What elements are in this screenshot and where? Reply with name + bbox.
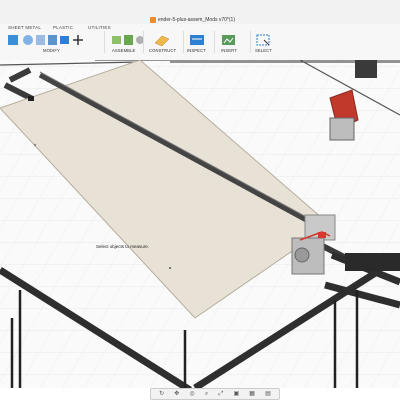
separator	[104, 31, 105, 53]
display-settings-icon[interactable]: ▣	[233, 388, 239, 400]
y-motor-block	[345, 253, 400, 271]
insert-icon[interactable]	[221, 33, 237, 47]
joint-icon	[124, 35, 133, 45]
separator	[250, 31, 251, 53]
fillet-icon	[23, 35, 33, 45]
move-icon	[73, 35, 83, 45]
group-assemble-label[interactable]: ASSEMBLE	[112, 48, 135, 53]
separator	[183, 31, 184, 53]
tab-sheet-metal[interactable]: SHEET METAL	[8, 25, 41, 30]
zoom-icon[interactable]: ⌕	[205, 388, 208, 400]
orbit-icon[interactable]: ↻	[159, 388, 164, 400]
navigation-bar: ↻ ✥ ◎ ⌕ ⤢ ▣ ▦ ▤	[150, 388, 280, 400]
select-icon[interactable]	[256, 33, 272, 47]
group-construct-label[interactable]: CONSTRUCT	[149, 48, 176, 53]
3d-viewport[interactable]	[0, 60, 400, 388]
modify-icons[interactable]	[6, 33, 106, 47]
separator	[214, 31, 215, 53]
tab-plastic[interactable]: PLASTIC	[53, 25, 73, 30]
combine-icon	[60, 36, 69, 44]
model-scene[interactable]	[0, 60, 400, 388]
press-pull-icon	[8, 35, 18, 45]
construct-icon[interactable]	[152, 33, 172, 47]
viewports-icon[interactable]: ▤	[265, 388, 271, 400]
shell-icon	[48, 35, 57, 45]
document-icon	[150, 16, 156, 23]
status-message: Select objects to measure.	[96, 244, 150, 249]
group-modify-label[interactable]: MODIFY	[43, 48, 60, 53]
document-title: ender-5-plus-assem_Mods v70*(1)	[150, 15, 265, 24]
fit-icon[interactable]: ⤢	[218, 388, 223, 400]
pan-icon[interactable]: ✥	[174, 388, 179, 400]
grid-icon[interactable]: ▦	[249, 388, 255, 400]
new-component-icon	[112, 36, 121, 44]
measure-icon[interactable]	[189, 33, 205, 47]
group-select-label[interactable]: SELECT	[255, 48, 272, 53]
look-at-icon[interactable]: ◎	[189, 388, 194, 400]
separator	[143, 31, 144, 53]
title-bar: ender-5-plus-assem_Mods v70*(1)	[0, 0, 400, 24]
tab-utilities[interactable]: UTILITIES	[88, 25, 111, 30]
assemble-icons[interactable]	[110, 33, 146, 47]
chamfer-icon	[36, 35, 45, 45]
group-inspect-label[interactable]: INSPECT	[187, 48, 206, 53]
document-title-text: ender-5-plus-assem_Mods v70*(1)	[158, 16, 235, 23]
group-insert-label[interactable]: INSERT	[221, 48, 237, 53]
